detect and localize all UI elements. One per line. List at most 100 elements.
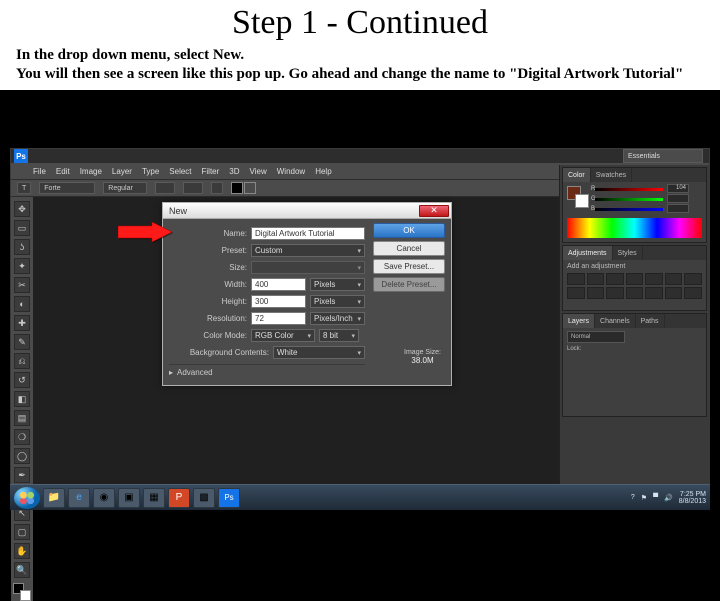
taskbar-chrome-icon[interactable]: ◉ xyxy=(93,488,115,508)
hand-tool-icon[interactable]: ✋ xyxy=(14,543,30,559)
g-value[interactable] xyxy=(667,194,689,203)
menu-layer[interactable]: Layer xyxy=(112,167,132,176)
width-label: Width: xyxy=(169,280,247,289)
taskbar-explorer-icon[interactable]: 📁 xyxy=(43,488,65,508)
gradient-tool-icon[interactable]: ▤ xyxy=(14,410,30,426)
tab-swatches[interactable]: Swatches xyxy=(591,168,632,182)
dialog-title: New xyxy=(169,206,187,216)
color-mode-select[interactable]: RGB Color xyxy=(251,329,315,342)
taskbar-app2-icon[interactable]: ▦ xyxy=(143,488,165,508)
shape-tool-icon[interactable]: ▢ xyxy=(14,524,30,540)
lasso-tool-icon[interactable]: ʖ xyxy=(14,239,30,255)
height-unit-select[interactable]: Pixels xyxy=(310,295,365,308)
history-brush-icon[interactable]: ↺ xyxy=(14,372,30,388)
text-color-swatches[interactable] xyxy=(231,182,256,194)
tray-volume-icon[interactable]: 🔊 xyxy=(664,494,673,502)
layers-panel: Layers Channels Paths Normal Lock: xyxy=(562,313,707,417)
antialias-select[interactable] xyxy=(183,182,203,194)
align-left-icon[interactable] xyxy=(211,182,223,194)
eyedropper-tool-icon[interactable]: ◐ xyxy=(14,296,30,312)
workspace-switcher[interactable]: Essentials xyxy=(623,149,703,163)
tray-network-icon[interactable]: ▀ xyxy=(653,494,658,501)
new-document-dialog: New ✕ OK Cancel Save Preset... Delete Pr… xyxy=(162,202,452,386)
move-tool-icon[interactable]: ✥ xyxy=(14,201,30,217)
windows-taskbar: 📁 e ◉ ▣ ▦ P ▩ Ps ? ⚑ ▀ 🔊 7:25 PM 8/8/201… xyxy=(10,484,710,510)
wand-tool-icon[interactable]: ✦ xyxy=(14,258,30,274)
menu-help[interactable]: Help xyxy=(315,167,331,176)
tab-layers[interactable]: Layers xyxy=(563,314,595,328)
menu-select[interactable]: Select xyxy=(169,167,191,176)
heal-tool-icon[interactable]: ✚ xyxy=(14,315,30,331)
tab-channels[interactable]: Channels xyxy=(595,314,636,328)
menu-type[interactable]: Type xyxy=(142,167,159,176)
brush-tool-icon[interactable]: ✎ xyxy=(14,334,30,350)
dodge-tool-icon[interactable]: ◯ xyxy=(14,448,30,464)
tray-help-icon[interactable]: ? xyxy=(631,494,635,501)
preset-select[interactable]: Custom xyxy=(251,244,365,257)
b-value[interactable] xyxy=(667,204,689,213)
blur-tool-icon[interactable]: ❍ xyxy=(14,429,30,445)
blend-mode-select[interactable]: Normal xyxy=(567,331,625,343)
taskbar-app-icon[interactable]: ▣ xyxy=(118,488,140,508)
r-value[interactable]: 104 xyxy=(667,184,689,193)
adjustment-presets[interactable] xyxy=(567,273,702,299)
g-slider[interactable] xyxy=(595,198,663,201)
bg-contents-label: Background Contents: xyxy=(169,348,269,357)
tool-preset-icon[interactable]: T xyxy=(17,182,31,194)
tab-paths[interactable]: Paths xyxy=(636,314,665,328)
resolution-unit-select[interactable]: Pixels/Inch xyxy=(310,312,365,325)
pen-tool-icon[interactable]: ✒ xyxy=(14,467,30,483)
menu-view[interactable]: View xyxy=(250,167,267,176)
instruction-line-1: In the drop down menu, select New. xyxy=(16,46,704,65)
font-style-select[interactable]: Regular xyxy=(103,182,147,194)
font-size-select[interactable] xyxy=(155,182,175,194)
text-stroke-swatch[interactable] xyxy=(244,182,256,194)
bit-depth-select[interactable]: 8 bit xyxy=(319,329,359,342)
eraser-tool-icon[interactable]: ◧ xyxy=(14,391,30,407)
start-button[interactable] xyxy=(14,487,40,509)
size-select xyxy=(251,261,365,274)
taskbar-ie-icon[interactable]: e xyxy=(68,488,90,508)
fg-bg-swatch[interactable] xyxy=(13,583,31,601)
tab-adjustments[interactable]: Adjustments xyxy=(563,246,613,260)
font-family-select[interactable]: Forte xyxy=(39,182,95,194)
save-preset-button[interactable]: Save Preset... xyxy=(373,259,445,274)
crop-tool-icon[interactable]: ✂ xyxy=(14,277,30,293)
cancel-button[interactable]: Cancel xyxy=(373,241,445,256)
tab-color[interactable]: Color xyxy=(563,168,591,182)
text-fill-swatch[interactable] xyxy=(231,182,243,194)
resolution-input[interactable]: 72 xyxy=(251,312,306,325)
tab-styles[interactable]: Styles xyxy=(613,246,643,260)
taskbar-powerpoint-icon[interactable]: P xyxy=(168,488,190,508)
r-slider[interactable] xyxy=(595,188,663,191)
slide-title: Step 1 - Continued xyxy=(0,0,720,44)
menu-edit[interactable]: Edit xyxy=(56,167,70,176)
width-unit-select[interactable]: Pixels xyxy=(310,278,365,291)
taskbar-app3-icon[interactable]: ▩ xyxy=(193,488,215,508)
stamp-tool-icon[interactable]: ⎌ xyxy=(14,353,30,369)
lock-row: Lock: xyxy=(567,346,702,352)
height-input[interactable]: 300 xyxy=(251,295,306,308)
name-input[interactable]: Digital Artwork Tutorial xyxy=(251,227,365,240)
color-spectrum[interactable] xyxy=(567,218,702,238)
menu-file[interactable]: File xyxy=(33,167,46,176)
zoom-tool-icon[interactable]: 🔍 xyxy=(14,562,30,578)
system-clock[interactable]: 7:25 PM 8/8/2013 xyxy=(679,491,706,505)
menu-3d[interactable]: 3D xyxy=(229,167,239,176)
b-slider[interactable] xyxy=(595,208,663,211)
marquee-tool-icon[interactable]: ▭ xyxy=(14,220,30,236)
menu-window[interactable]: Window xyxy=(277,167,305,176)
photoshop-titlebar: Ps xyxy=(11,149,709,163)
width-input[interactable]: 400 xyxy=(251,278,306,291)
ok-button[interactable]: OK xyxy=(373,223,445,238)
tray-flag-icon[interactable]: ⚑ xyxy=(641,494,647,502)
bg-contents-select[interactable]: White xyxy=(273,346,365,359)
menu-image[interactable]: Image xyxy=(80,167,102,176)
menu-filter[interactable]: Filter xyxy=(202,167,220,176)
advanced-toggle[interactable]: Advanced xyxy=(169,368,365,377)
taskbar-photoshop-icon[interactable]: Ps xyxy=(218,488,240,508)
image-size-readout: Image Size: 38.0M xyxy=(404,349,441,365)
dialog-close-button[interactable]: ✕ xyxy=(419,205,449,217)
color-fg-bg-mini[interactable] xyxy=(567,186,589,208)
height-label: Height: xyxy=(169,297,247,306)
